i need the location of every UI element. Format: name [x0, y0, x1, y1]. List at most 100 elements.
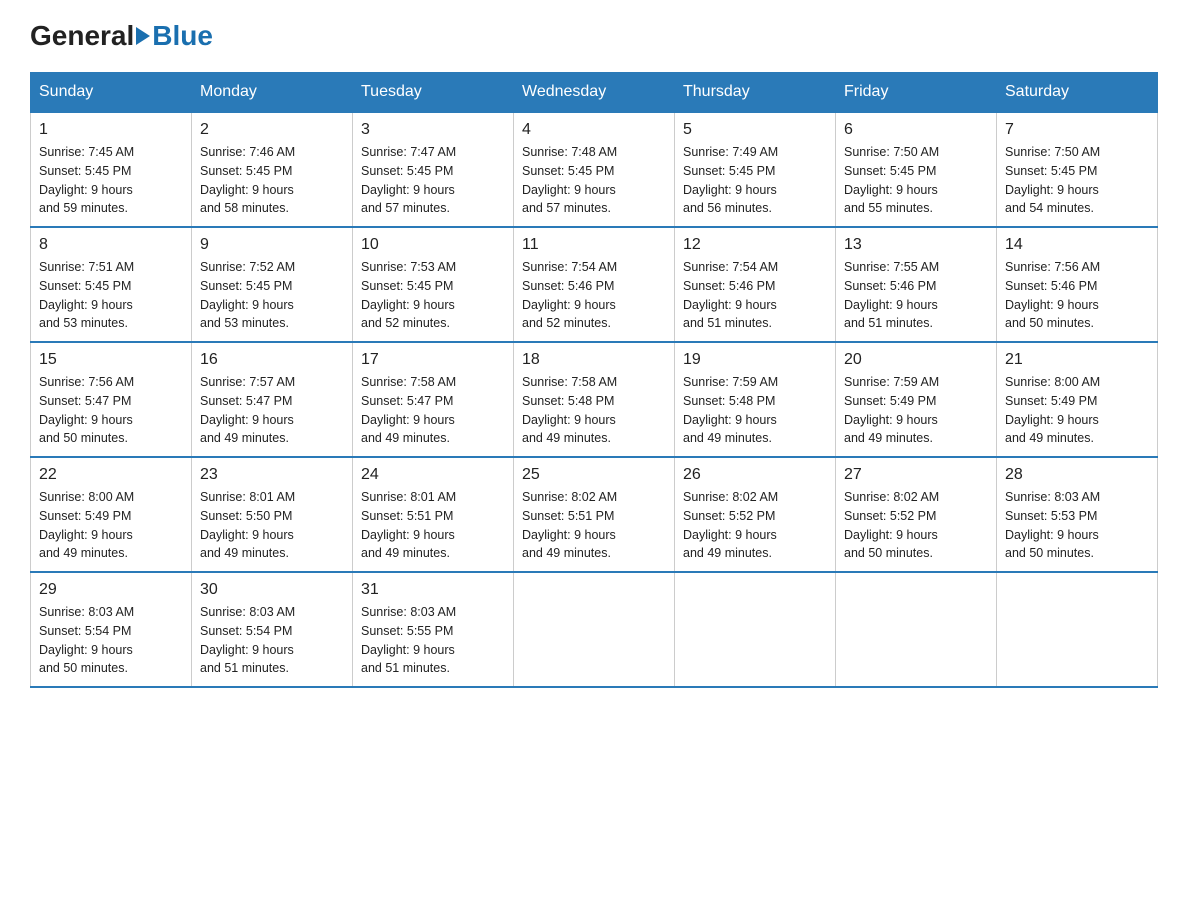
header-sunday: Sunday: [31, 73, 192, 113]
day-info: Sunrise: 8:00 AMSunset: 5:49 PMDaylight:…: [39, 488, 183, 563]
day-number: 8: [39, 236, 183, 254]
calendar-cell: 13 Sunrise: 7:55 AMSunset: 5:46 PMDayligh…: [836, 227, 997, 342]
calendar-cell: 9 Sunrise: 7:52 AMSunset: 5:45 PMDaylight…: [192, 227, 353, 342]
week-row-4: 22 Sunrise: 8:00 AMSunset: 5:49 PMDayligh…: [31, 457, 1158, 572]
day-info: Sunrise: 7:50 AMSunset: 5:45 PMDaylight:…: [844, 143, 988, 218]
day-number: 30: [200, 581, 344, 599]
week-row-2: 8 Sunrise: 7:51 AMSunset: 5:45 PMDaylight…: [31, 227, 1158, 342]
day-info: Sunrise: 7:58 AMSunset: 5:48 PMDaylight:…: [522, 373, 666, 448]
day-number: 15: [39, 351, 183, 369]
calendar-cell: 3 Sunrise: 7:47 AMSunset: 5:45 PMDaylight…: [353, 112, 514, 227]
day-info: Sunrise: 8:01 AMSunset: 5:51 PMDaylight:…: [361, 488, 505, 563]
day-number: 11: [522, 236, 666, 254]
calendar-cell: 8 Sunrise: 7:51 AMSunset: 5:45 PMDaylight…: [31, 227, 192, 342]
header-row: SundayMondayTuesdayWednesdayThursdayFrid…: [31, 73, 1158, 113]
header-thursday: Thursday: [675, 73, 836, 113]
calendar-cell: 10 Sunrise: 7:53 AMSunset: 5:45 PMDayligh…: [353, 227, 514, 342]
calendar-cell: [514, 572, 675, 687]
logo: General Blue: [30, 20, 213, 52]
day-info: Sunrise: 7:51 AMSunset: 5:45 PMDaylight:…: [39, 258, 183, 333]
calendar-header: SundayMondayTuesdayWednesdayThursdayFrid…: [31, 73, 1158, 113]
calendar-cell: 26Sunrise: 8:02 AMSunset: 5:52 PMDayligh…: [675, 457, 836, 572]
calendar-cell: 31 Sunrise: 8:03 AMSunset: 5:55 PMDayligh…: [353, 572, 514, 687]
week-row-5: 29 Sunrise: 8:03 AMSunset: 5:54 PMDayligh…: [31, 572, 1158, 687]
day-info: Sunrise: 7:47 AMSunset: 5:45 PMDaylight:…: [361, 143, 505, 218]
calendar-cell: 21 Sunrise: 8:00 AMSunset: 5:49 PMDayligh…: [997, 342, 1158, 457]
day-number: 22: [39, 466, 183, 484]
day-info: Sunrise: 7:48 AMSunset: 5:45 PMDaylight:…: [522, 143, 666, 218]
day-info: Sunrise: 7:45 AMSunset: 5:45 PMDaylight:…: [39, 143, 183, 218]
week-row-1: 1 Sunrise: 7:45 AMSunset: 5:45 PMDaylight…: [31, 112, 1158, 227]
calendar-cell: [836, 572, 997, 687]
day-number: 29: [39, 581, 183, 599]
calendar-cell: 4 Sunrise: 7:48 AMSunset: 5:45 PMDaylight…: [514, 112, 675, 227]
calendar-body: 1 Sunrise: 7:45 AMSunset: 5:45 PMDaylight…: [31, 112, 1158, 687]
calendar-cell: [675, 572, 836, 687]
day-number: 20: [844, 351, 988, 369]
calendar-cell: 12Sunrise: 7:54 AMSunset: 5:46 PMDayligh…: [675, 227, 836, 342]
day-number: 4: [522, 121, 666, 139]
day-info: Sunrise: 8:02 AMSunset: 5:52 PMDaylight:…: [683, 488, 827, 563]
day-number: 14: [1005, 236, 1149, 254]
day-info: Sunrise: 7:52 AMSunset: 5:45 PMDaylight:…: [200, 258, 344, 333]
calendar-cell: 5 Sunrise: 7:49 AMSunset: 5:45 PMDaylight…: [675, 112, 836, 227]
day-number: 31: [361, 581, 505, 599]
day-number: 3: [361, 121, 505, 139]
calendar-cell: 1 Sunrise: 7:45 AMSunset: 5:45 PMDaylight…: [31, 112, 192, 227]
day-info: Sunrise: 8:03 AMSunset: 5:55 PMDaylight:…: [361, 603, 505, 678]
day-number: 13: [844, 236, 988, 254]
header-friday: Friday: [836, 73, 997, 113]
calendar-cell: 27 Sunrise: 8:02 AMSunset: 5:52 PMDayligh…: [836, 457, 997, 572]
calendar-cell: 2Sunrise: 7:46 AMSunset: 5:45 PMDaylight…: [192, 112, 353, 227]
day-info: Sunrise: 7:59 AMSunset: 5:49 PMDaylight:…: [844, 373, 988, 448]
day-info: Sunrise: 8:02 AMSunset: 5:52 PMDaylight:…: [844, 488, 988, 563]
calendar-cell: 20 Sunrise: 7:59 AMSunset: 5:49 PMDayligh…: [836, 342, 997, 457]
header-wednesday: Wednesday: [514, 73, 675, 113]
day-info: Sunrise: 7:56 AMSunset: 5:47 PMDaylight:…: [39, 373, 183, 448]
calendar-cell: 28Sunrise: 8:03 AMSunset: 5:53 PMDayligh…: [997, 457, 1158, 572]
day-number: 1: [39, 121, 183, 139]
day-number: 21: [1005, 351, 1149, 369]
header-tuesday: Tuesday: [353, 73, 514, 113]
day-info: Sunrise: 7:53 AMSunset: 5:45 PMDaylight:…: [361, 258, 505, 333]
calendar-cell: 25 Sunrise: 8:02 AMSunset: 5:51 PMDayligh…: [514, 457, 675, 572]
calendar-cell: 18 Sunrise: 7:58 AMSunset: 5:48 PMDayligh…: [514, 342, 675, 457]
day-info: Sunrise: 7:58 AMSunset: 5:47 PMDaylight:…: [361, 373, 505, 448]
day-info: Sunrise: 7:54 AMSunset: 5:46 PMDaylight:…: [683, 258, 827, 333]
day-number: 27: [844, 466, 988, 484]
day-info: Sunrise: 7:49 AMSunset: 5:45 PMDaylight:…: [683, 143, 827, 218]
day-number: 28: [1005, 466, 1149, 484]
calendar-cell: 14Sunrise: 7:56 AMSunset: 5:46 PMDayligh…: [997, 227, 1158, 342]
day-number: 9: [200, 236, 344, 254]
logo-triangle-icon: [136, 27, 150, 45]
day-number: 18: [522, 351, 666, 369]
day-number: 10: [361, 236, 505, 254]
header-saturday: Saturday: [997, 73, 1158, 113]
day-info: Sunrise: 8:01 AMSunset: 5:50 PMDaylight:…: [200, 488, 344, 563]
calendar-cell: 7Sunrise: 7:50 AMSunset: 5:45 PMDaylight…: [997, 112, 1158, 227]
day-info: Sunrise: 8:00 AMSunset: 5:49 PMDaylight:…: [1005, 373, 1149, 448]
day-number: 5: [683, 121, 827, 139]
day-info: Sunrise: 7:54 AMSunset: 5:46 PMDaylight:…: [522, 258, 666, 333]
day-number: 25: [522, 466, 666, 484]
calendar-table: SundayMondayTuesdayWednesdayThursdayFrid…: [30, 72, 1158, 688]
day-number: 16: [200, 351, 344, 369]
calendar-cell: 22 Sunrise: 8:00 AMSunset: 5:49 PMDayligh…: [31, 457, 192, 572]
page-header: General Blue: [30, 20, 1158, 52]
logo-blue: Blue: [152, 20, 213, 52]
calendar-cell: 30 Sunrise: 8:03 AMSunset: 5:54 PMDayligh…: [192, 572, 353, 687]
day-info: Sunrise: 8:02 AMSunset: 5:51 PMDaylight:…: [522, 488, 666, 563]
day-info: Sunrise: 7:55 AMSunset: 5:46 PMDaylight:…: [844, 258, 988, 333]
logo-general: General: [30, 20, 134, 52]
week-row-3: 15 Sunrise: 7:56 AMSunset: 5:47 PMDayligh…: [31, 342, 1158, 457]
calendar-cell: 11 Sunrise: 7:54 AMSunset: 5:46 PMDayligh…: [514, 227, 675, 342]
day-info: Sunrise: 7:50 AMSunset: 5:45 PMDaylight:…: [1005, 143, 1149, 218]
day-number: 6: [844, 121, 988, 139]
day-number: 19: [683, 351, 827, 369]
logo-text: General Blue: [30, 20, 213, 52]
calendar-cell: 19Sunrise: 7:59 AMSunset: 5:48 PMDayligh…: [675, 342, 836, 457]
day-info: Sunrise: 8:03 AMSunset: 5:54 PMDaylight:…: [200, 603, 344, 678]
day-info: Sunrise: 7:57 AMSunset: 5:47 PMDaylight:…: [200, 373, 344, 448]
day-info: Sunrise: 7:46 AMSunset: 5:45 PMDaylight:…: [200, 143, 344, 218]
day-number: 23: [200, 466, 344, 484]
